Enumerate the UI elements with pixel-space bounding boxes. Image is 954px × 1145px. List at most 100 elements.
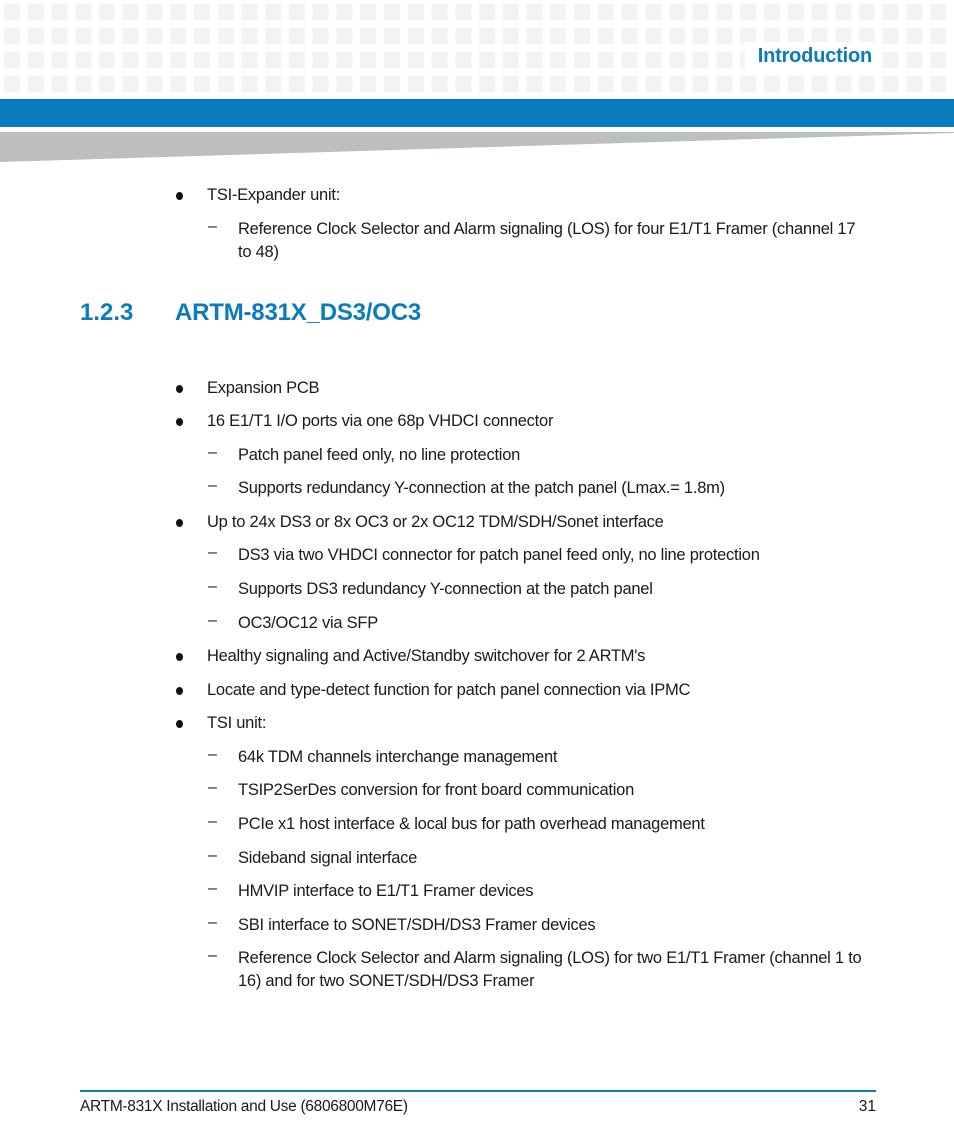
grid-square [455,52,472,68]
grid-square [241,28,258,44]
grid-square [787,4,804,20]
grid-square [51,76,68,92]
dash-icon: – [208,880,217,897]
grid-square [4,76,20,92]
grid-square [930,52,947,68]
grid-square [859,4,875,20]
list-item: 16 E1/T1 I/O ports via one 68p VHDCI con… [207,412,554,430]
header-blue-band [0,99,954,127]
section-title: ARTM-831X_DS3/OC3 [175,299,422,326]
grid-square [265,28,282,44]
section-number: 1.2.3 [80,299,134,326]
grid-square [692,28,709,44]
grid-square [122,76,139,92]
grid-square [716,76,733,92]
list-subitem-continuation: 16) and for two SONET/SDH/DS3 Framer [238,972,535,990]
grid-square [431,52,448,68]
list-subitem: Supports redundancy Y-connection at the … [238,479,725,497]
bullet-icon [176,192,183,200]
bullet-icon [176,687,183,695]
grid-square [906,52,923,68]
list-item: Healthy signaling and Active/Standby swi… [207,647,646,665]
grid-square [241,76,258,92]
grid-square [455,4,472,20]
grid-square [146,4,163,20]
list-subitem: Supports DS3 redundancy Y-connection at … [238,580,653,598]
grid-square [574,76,590,92]
grid-square [27,28,44,44]
grid-square [479,28,495,44]
grid-square [597,52,614,68]
grid-square [217,4,234,20]
grid-square [194,76,210,92]
list-subitem: 64k TDM channels interchange management [238,748,558,766]
grid-square [835,4,852,20]
grid-square [360,76,377,92]
grid-square [906,76,923,92]
grid-square [455,76,472,92]
grid-square [336,76,353,92]
chapter-title: Introduction [757,45,872,67]
grid-square [360,28,377,44]
grid-square [597,4,614,20]
dash-icon: – [208,779,217,796]
grid-square [75,76,92,92]
grid-square [217,28,234,44]
bullet-icon [176,418,183,426]
page-number: 31 [858,1098,876,1115]
dash-icon: – [208,847,217,864]
grid-square [194,4,210,20]
grid-square [835,76,852,92]
grid-square [241,52,258,68]
list-subitem: Patch panel feed only, no line protectio… [238,446,521,464]
grid-square [882,4,899,20]
grid-square [407,52,424,68]
grid-square [289,4,305,20]
grid-square [597,76,614,92]
grid-square [51,28,68,44]
list-subitem: SBI interface to SONET/SDH/DS3 Framer de… [238,916,596,934]
grid-square [336,28,353,44]
grid-square [621,52,638,68]
grid-square [811,76,828,92]
grid-square [75,28,92,44]
grid-square [170,28,187,44]
grid-square [122,52,139,68]
grid-square [882,52,899,68]
grid-square [146,28,163,44]
grid-square [574,4,590,20]
grid-square [479,52,495,68]
grid-square [4,28,20,44]
grid-square [360,4,377,20]
list-subitem: Sideband signal interface [238,849,418,867]
grid-square [882,28,899,44]
grid-square [906,4,923,20]
grid-square [265,76,282,92]
list-subitem: PCIe x1 host interface & local bus for p… [238,815,705,833]
dash-icon: – [208,746,217,763]
list-subitem: OC3/OC12 via SFP [238,614,378,632]
grid-square [431,76,448,92]
dash-icon: – [208,947,217,964]
grid-square [502,4,519,20]
grid-square [502,52,519,68]
list-subitem: TSIP2SerDes conversion for front board c… [238,781,635,799]
grid-square [526,76,543,92]
grid-square [692,76,709,92]
list-item: Up to 24x DS3 or 8x OC3 or 2x OC12 TDM/S… [207,513,664,531]
grid-square [621,76,638,92]
bullet-icon [176,519,183,527]
grid-square [336,4,353,20]
grid-square [194,28,210,44]
grid-square [906,28,923,44]
grid-square [645,4,662,20]
dash-icon: – [208,544,217,561]
list-item: Locate and type-detect function for patc… [207,681,691,699]
dash-icon: – [208,612,217,629]
dash-icon: – [208,444,217,461]
grid-square [692,4,709,20]
grid-square [882,76,899,92]
grid-square [597,28,614,44]
bullet-icon [176,385,183,393]
grid-square [455,28,472,44]
